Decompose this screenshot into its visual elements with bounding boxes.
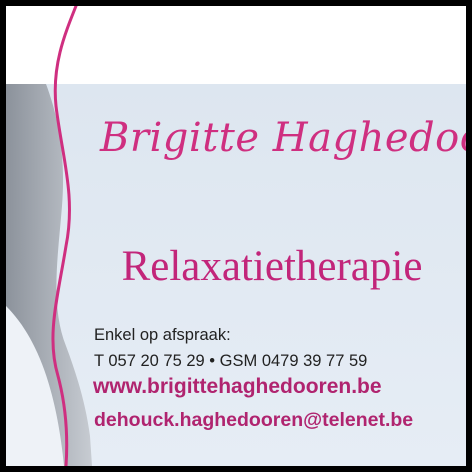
email-link[interactable]: dehouck.haghedooren@telenet.be (94, 410, 413, 431)
service-title: Relaxatietherapie (121, 243, 423, 290)
appointment-note: Enkel op afspraak: (94, 326, 231, 344)
business-card: Brigitte Haghedooren Relaxatietherapie E… (6, 6, 466, 466)
phone-numbers: T 057 20 75 29 • GSM 0479 39 77 59 (94, 352, 368, 370)
owner-name: Brigitte Haghedooren (100, 115, 466, 161)
website-link[interactable]: www.brigittehaghedooren.be (93, 376, 382, 397)
